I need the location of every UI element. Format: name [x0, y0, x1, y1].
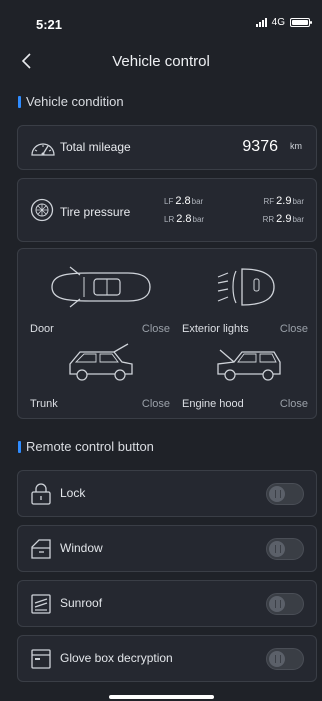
- mileage-unit: km: [290, 141, 302, 151]
- section-title-vehicle-condition: Vehicle condition: [18, 94, 124, 109]
- signal-icon: [255, 18, 267, 27]
- sunroof-toggle[interactable]: [266, 593, 304, 615]
- car-top-door-icon: [30, 261, 170, 313]
- lock-toggle[interactable]: [266, 483, 304, 505]
- control-glove-box: Glove box decryption: [17, 635, 317, 682]
- control-lock: Lock: [17, 470, 317, 517]
- status-value: Close: [141, 398, 170, 410]
- control-label: Window: [60, 541, 103, 555]
- page-title: Vehicle control: [112, 53, 210, 70]
- vehicle-status-card: Door Close Exterior lights Close Trunk C…: [17, 248, 317, 419]
- control-label: Lock: [60, 486, 86, 500]
- status-value: Close: [279, 398, 308, 410]
- status-label: Door: [30, 323, 54, 335]
- tire-icon: [30, 198, 54, 222]
- control-label: Glove box decryption: [60, 651, 173, 665]
- window-toggle[interactable]: [266, 538, 304, 560]
- mileage-card: Total mileage 9376 km: [17, 125, 317, 170]
- tire-pressure-label: Tire pressure: [60, 205, 131, 219]
- control-window: Window: [17, 525, 317, 572]
- toggle-knob-icon: [269, 486, 285, 502]
- status-exterior-lights: Exterior lights Close: [182, 261, 308, 335]
- sunroof-icon: [30, 593, 52, 615]
- control-label: Sunroof: [60, 596, 103, 610]
- section-title-remote-control: Remote control button: [18, 439, 154, 454]
- network-type: 4G: [271, 17, 285, 28]
- status-trunk: Trunk Close: [30, 336, 170, 410]
- window-icon: [30, 538, 52, 560]
- control-sunroof: Sunroof: [17, 580, 317, 627]
- tire-rf: RF 2.9bar: [263, 195, 304, 207]
- status-label: Engine hood: [182, 398, 244, 410]
- status-indicators: 4G: [255, 17, 312, 28]
- mileage-value: 9376: [242, 138, 278, 155]
- home-indicator[interactable]: [109, 695, 214, 699]
- status-value: Close: [279, 323, 308, 335]
- status-bar: 5:21 4G: [0, 0, 322, 44]
- tire-lf: LF 2.8bar: [164, 195, 204, 207]
- tire-rr: RR 2.9bar: [262, 213, 304, 225]
- status-time: 5:21: [36, 17, 63, 32]
- status-label: Exterior lights: [182, 323, 249, 335]
- suv-hood-icon: [182, 336, 308, 388]
- headlight-icon: [182, 261, 308, 313]
- glovebox-icon: [30, 648, 52, 670]
- toggle-knob-icon: [269, 596, 285, 612]
- speedometer-icon: [30, 137, 56, 157]
- glove-box-toggle[interactable]: [266, 648, 304, 670]
- mileage-label: Total mileage: [60, 140, 131, 154]
- status-value: Close: [141, 323, 170, 335]
- tire-pressure-card: Tire pressure LF 2.8bar RF 2.9bar LR 2.8bar…: [17, 178, 317, 242]
- status-engine-hood: Engine hood Close: [182, 336, 308, 410]
- status-door: Door Close: [30, 261, 170, 335]
- toggle-knob-icon: [269, 541, 285, 557]
- battery-icon: [290, 18, 312, 27]
- suv-trunk-icon: [30, 336, 170, 388]
- lock-icon: [30, 483, 52, 505]
- status-label: Trunk: [30, 398, 58, 410]
- nav-bar: Vehicle control: [0, 44, 322, 78]
- tire-lr: LR 2.8bar: [164, 213, 205, 225]
- toggle-knob-icon: [269, 651, 285, 667]
